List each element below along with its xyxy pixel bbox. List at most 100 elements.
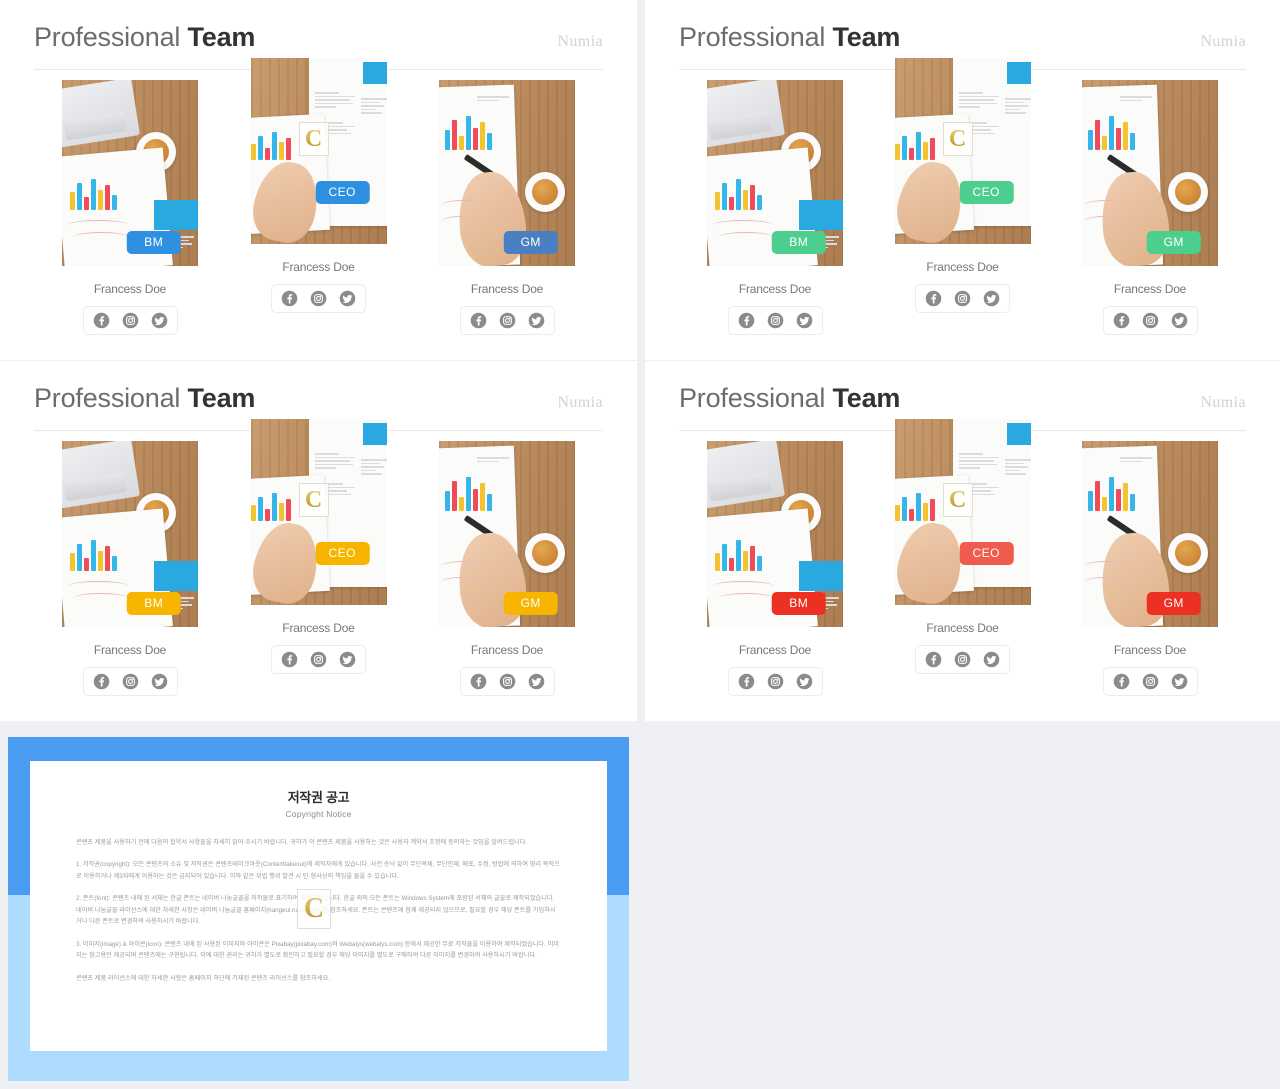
twitter-icon[interactable]	[983, 290, 1000, 307]
instagram-icon[interactable]	[954, 651, 971, 668]
facebook-icon[interactable]	[1113, 312, 1130, 329]
brand-label: Numia	[1200, 394, 1246, 411]
twitter-icon[interactable]	[1171, 312, 1188, 329]
team-card[interactable]: GM Francess Doe	[439, 441, 575, 696]
copyright-paragraph: 1. 저작권(copyright): 모든 콘텐츠의 소유 및 저작권은 콘텐츠…	[76, 861, 560, 880]
instagram-icon[interactable]	[767, 673, 784, 690]
social-links	[271, 645, 366, 674]
copyright-paragraph: 콘텐츠 제품을 사용하기 전에 다음의 협약서 사항들을 자세히 읽어 주시기 …	[76, 839, 528, 846]
social-links	[271, 284, 366, 313]
twitter-icon[interactable]	[528, 312, 545, 329]
role-badge: BM	[771, 592, 826, 615]
role-badge: CEO	[959, 181, 1014, 204]
facebook-icon[interactable]	[93, 673, 110, 690]
member-name: Francess Doe	[470, 282, 544, 296]
instagram-icon[interactable]	[310, 651, 327, 668]
team-card[interactable]: GM Francess Doe	[1082, 441, 1218, 696]
team-card[interactable]: GM Francess Doe	[1082, 80, 1218, 335]
facebook-icon[interactable]	[470, 312, 487, 329]
instagram-icon[interactable]	[1142, 673, 1159, 690]
copyright-paragraph: 콘텐츠 제품 라이선스에 대한 자세한 사항은 홈페이지 하단에 기재된 콘텐츠…	[76, 974, 331, 982]
facebook-icon[interactable]	[925, 290, 942, 307]
member-photo: GM	[1082, 80, 1218, 266]
team-card-list: BM Francess Doe CEO C Francess Doe GM Fr…	[679, 419, 1246, 696]
instagram-icon[interactable]	[767, 312, 784, 329]
twitter-icon[interactable]	[1171, 673, 1188, 690]
instagram-icon[interactable]	[122, 312, 139, 329]
social-links	[1102, 667, 1198, 696]
team-card-list: BM Francess Doe CEO C Francess Doe GM Fr…	[679, 58, 1246, 335]
facebook-icon[interactable]	[281, 290, 298, 307]
facebook-icon[interactable]	[1113, 673, 1130, 690]
page-root: Professional Team Numia BM Francess Doe …	[0, 0, 1280, 1089]
twitter-icon[interactable]	[796, 312, 813, 329]
facebook-icon[interactable]	[93, 312, 110, 329]
member-photo: CEO C	[894, 58, 1031, 244]
member-photo: BM	[707, 80, 843, 266]
facebook-icon[interactable]	[738, 673, 755, 690]
member-photo: BM	[62, 80, 198, 266]
role-badge: GM	[1146, 592, 1201, 615]
team-card[interactable]: BM Francess Doe	[62, 80, 198, 335]
team-card[interactable]: CEO C Francess Doe	[250, 58, 387, 335]
twitter-icon[interactable]	[528, 673, 545, 690]
social-links	[1102, 306, 1198, 335]
role-badge: CEO	[315, 542, 370, 565]
team-card[interactable]: BM Francess Doe	[62, 441, 198, 696]
twitter-icon[interactable]	[151, 673, 168, 690]
member-name: Francess Doe	[926, 621, 999, 635]
page-title: Professional Team	[679, 22, 901, 52]
member-name: Francess Doe	[93, 643, 167, 657]
twitter-icon[interactable]	[151, 312, 168, 329]
social-links	[727, 306, 823, 335]
member-name: Francess Doe	[1113, 643, 1187, 657]
instagram-icon[interactable]	[1142, 312, 1159, 329]
copyright-subtitle: Copyright Notice	[285, 809, 352, 819]
member-name: Francess Doe	[738, 282, 812, 296]
page-title: Professional Team	[679, 383, 901, 413]
brand-label: Numia	[557, 33, 603, 50]
instagram-icon[interactable]	[499, 673, 516, 690]
member-photo: GM	[1082, 441, 1218, 627]
social-links	[82, 667, 178, 696]
role-badge: BM	[771, 231, 826, 254]
facebook-icon[interactable]	[738, 312, 755, 329]
member-photo: CEO C	[894, 419, 1031, 605]
team-card[interactable]: CEO C Francess Doe	[250, 419, 387, 696]
social-links	[727, 667, 823, 696]
social-links	[459, 306, 555, 335]
instagram-icon[interactable]	[122, 673, 139, 690]
page-title: Professional Team	[34, 383, 256, 413]
member-name: Francess Doe	[738, 643, 812, 657]
member-photo: CEO C	[250, 419, 387, 605]
instagram-icon[interactable]	[499, 312, 516, 329]
facebook-icon[interactable]	[470, 673, 487, 690]
brand-label: Numia	[1200, 33, 1246, 50]
facebook-icon[interactable]	[281, 651, 298, 668]
member-name: Francess Doe	[282, 621, 355, 635]
member-name: Francess Doe	[282, 260, 355, 274]
team-card[interactable]: CEO C Francess Doe	[894, 419, 1031, 696]
watermark-letter: C	[948, 487, 967, 513]
instagram-icon[interactable]	[954, 290, 971, 307]
twitter-icon[interactable]	[983, 651, 1000, 668]
member-name: Francess Doe	[470, 643, 544, 657]
instagram-icon[interactable]	[310, 290, 327, 307]
twitter-icon[interactable]	[339, 651, 356, 668]
team-card[interactable]: BM Francess Doe	[707, 80, 843, 335]
member-name: Francess Doe	[93, 282, 167, 296]
team-card[interactable]: BM Francess Doe	[707, 441, 843, 696]
member-photo: BM	[707, 441, 843, 627]
role-badge: BM	[126, 231, 181, 254]
brand-label: Numia	[557, 394, 603, 411]
member-photo: GM	[439, 441, 575, 627]
team-panel-blue: Professional Team Numia BM Francess Doe …	[0, 0, 637, 360]
twitter-icon[interactable]	[339, 290, 356, 307]
role-badge: CEO	[959, 542, 1014, 565]
facebook-icon[interactable]	[925, 651, 942, 668]
team-card[interactable]: GM Francess Doe	[439, 80, 575, 335]
twitter-icon[interactable]	[796, 673, 813, 690]
social-links	[82, 306, 178, 335]
team-card[interactable]: CEO C Francess Doe	[894, 58, 1031, 335]
team-card-list: BM Francess Doe CEO C Francess Doe GM Fr…	[34, 58, 603, 335]
